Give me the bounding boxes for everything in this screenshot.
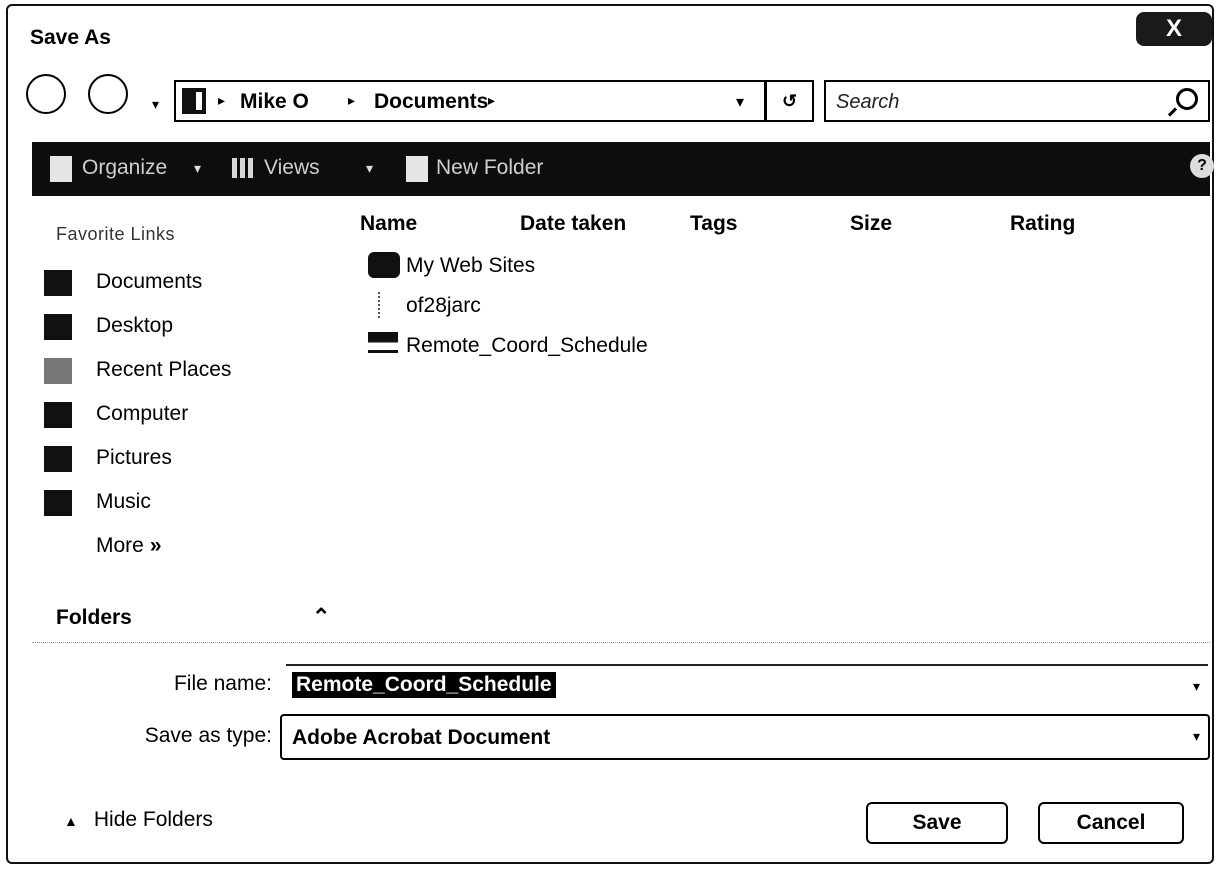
pictures-icon	[44, 446, 72, 472]
address-bar[interactable]: ▸ Mike O ▸ Documents ▸ ▾	[174, 80, 766, 122]
sidebar-item-label: Recent Places	[96, 358, 232, 381]
sidebar-item-label: Computer	[96, 402, 189, 425]
file-name: Remote_Coord_Schedule	[406, 334, 648, 357]
file-name-value[interactable]: Remote_Coord_Schedule	[292, 672, 556, 698]
favorite-links-header: Favorite Links	[56, 224, 176, 244]
breadcrumb-separator[interactable]: ▸	[348, 92, 355, 109]
file-name-label: File name:	[173, 672, 272, 695]
sidebar-item-label: Documents	[96, 270, 203, 293]
sidebar-item-label: Music	[96, 490, 151, 513]
folders-header[interactable]: Folders	[56, 606, 132, 630]
new-folder-icon	[406, 156, 428, 182]
column-header-size[interactable]: Size	[850, 212, 892, 236]
command-toolbar: Organize ▾ Views ▾ New Folder ?	[32, 142, 1214, 196]
column-header-name[interactable]: Name	[360, 212, 417, 236]
column-header-tags[interactable]: Tags	[690, 212, 737, 236]
desktop-icon	[44, 314, 72, 340]
window-title: Save As	[30, 26, 111, 49]
recent-pages-dropdown[interactable]: ▾	[152, 96, 159, 113]
collapse-chevron-icon[interactable]: ⌃	[312, 604, 330, 630]
help-icon[interactable]: ?	[1190, 154, 1214, 178]
breadcrumb-mike-o[interactable]: Mike O	[240, 90, 309, 114]
sidebar-item-label: Pictures	[96, 446, 172, 469]
column-header-date-taken[interactable]: Date taken	[520, 212, 626, 236]
organize-button[interactable]: Organize	[82, 156, 167, 180]
refresh-button[interactable]: ↺	[766, 80, 814, 122]
save-as-type-select[interactable]: Adobe Acrobat Document ▾	[280, 714, 1210, 760]
column-header-rating[interactable]: Rating	[1010, 212, 1075, 236]
documents-icon	[44, 270, 72, 296]
views-button[interactable]: Views	[264, 156, 320, 180]
back-button[interactable]	[26, 74, 66, 114]
forward-button[interactable]	[88, 74, 128, 114]
save-as-type-value: Adobe Acrobat Document	[292, 726, 551, 749]
web-folder-icon	[368, 252, 400, 278]
save-as-dialog: Save As X ▾ ▸ Mike O ▸ Documents ▸ ▾ ↺ S…	[6, 4, 1214, 864]
recent-places-icon	[44, 358, 72, 384]
file-name: My Web Sites	[406, 254, 536, 277]
address-dropdown-icon[interactable]: ▾	[736, 92, 744, 112]
search-input[interactable]: Search	[824, 80, 1210, 122]
save-button[interactable]: Save	[866, 802, 1008, 844]
cancel-button[interactable]: Cancel	[1038, 802, 1184, 844]
new-folder-button[interactable]: New Folder	[436, 156, 543, 180]
file-name-dropdown-icon[interactable]: ▾	[1193, 678, 1200, 695]
sidebar-item-label: Desktop	[96, 314, 174, 337]
documents-icon	[182, 88, 206, 114]
search-icon[interactable]	[1176, 88, 1198, 110]
file-icon	[378, 292, 388, 318]
save-as-type-label: Save as type:	[144, 724, 272, 747]
more-label: More	[96, 534, 144, 557]
breadcrumb-separator[interactable]: ▸	[488, 92, 495, 109]
views-caret-icon[interactable]: ▾	[366, 160, 373, 177]
search-placeholder: Search	[836, 91, 900, 113]
organize-caret-icon[interactable]: ▾	[194, 160, 201, 177]
breadcrumb-documents[interactable]: Documents	[374, 90, 488, 114]
music-icon	[44, 490, 72, 516]
views-icon	[232, 158, 254, 178]
computer-icon	[44, 402, 72, 428]
hide-folders-label: Hide Folders	[93, 808, 213, 831]
organize-icon	[50, 156, 72, 182]
pdf-file-icon	[368, 332, 398, 358]
double-chevron-icon: »	[149, 534, 162, 557]
save-as-type-dropdown-icon[interactable]: ▾	[1193, 728, 1200, 745]
breadcrumb-separator[interactable]: ▸	[218, 92, 225, 109]
close-button[interactable]: X	[1136, 12, 1212, 46]
hide-folders-button[interactable]: ▲ Hide Folders	[64, 808, 213, 832]
file-name: of28jarc	[406, 294, 481, 317]
file-name-field[interactable]: Remote_Coord_Schedule ▾	[286, 664, 1208, 704]
triangle-up-icon: ▲	[64, 813, 78, 829]
divider	[32, 642, 1210, 643]
more-links-button[interactable]: More»	[96, 534, 162, 558]
